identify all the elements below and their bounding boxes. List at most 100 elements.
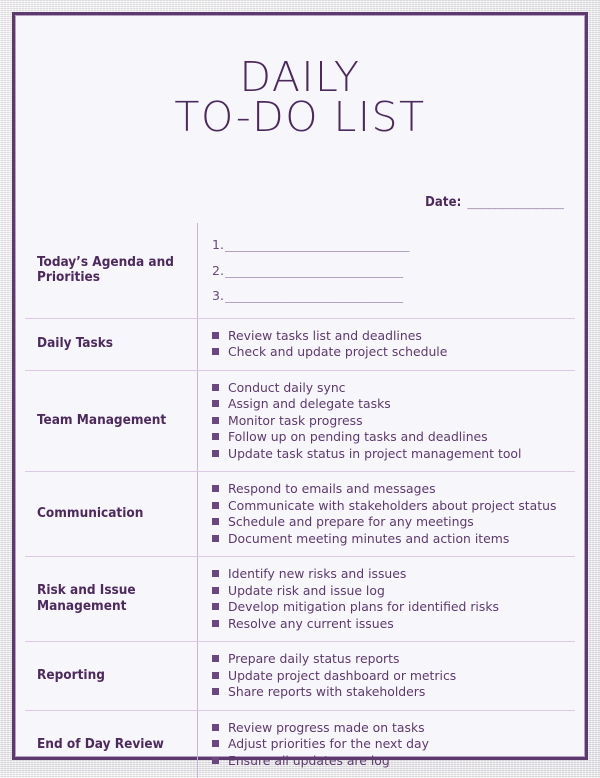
checklist-item[interactable]: Review progress made on tasks — [212, 720, 565, 737]
numbered-item-input-blank[interactable]: ____________________________ — [225, 283, 403, 309]
checkbox-square-icon[interactable] — [212, 518, 219, 526]
numbered-blank-item[interactable]: 3. ____________________________ — [212, 283, 565, 309]
checklist-item-label: Monitor task progress — [228, 412, 363, 428]
checklist-item-label: Develop mitigation plans for identified … — [228, 599, 499, 615]
checklist-item-label: Share reports with stakeholders — [228, 684, 426, 700]
row-content: Conduct daily sync Assign and delegate ta… — [197, 370, 575, 472]
checklist-item[interactable]: Update task status in project management… — [212, 446, 565, 463]
numbered-item-input-blank[interactable]: _____________________________ — [225, 232, 410, 258]
row-content: Respond to emails and messages Communicat… — [197, 472, 575, 557]
checklist-item-label: Assign and delegate tasks — [228, 396, 391, 412]
checkbox-square-icon[interactable] — [212, 688, 219, 696]
checkbox-square-icon[interactable] — [212, 331, 219, 339]
checklist-item-label: Identify new risks and issues — [228, 566, 407, 582]
date-label: Date: — [425, 195, 462, 210]
table-row: Today’s Agenda and Priorities 1. _________… — [25, 223, 575, 318]
checkbox-square-icon[interactable] — [212, 671, 219, 679]
checkbox-square-icon[interactable] — [212, 433, 219, 441]
numbered-blank-item[interactable]: 1. _____________________________ — [212, 232, 565, 258]
checkbox-square-icon[interactable] — [212, 570, 219, 578]
row-category-label: Reporting — [37, 667, 105, 684]
checkbox-square-icon[interactable] — [212, 655, 219, 663]
page-title: DAILY TO-DO LIST — [15, 53, 585, 142]
checklist-item-label: Review progress made on tasks — [228, 719, 425, 735]
checklist-item[interactable]: Monitor task progress — [212, 413, 565, 430]
checklist-item-label: Schedule and prepare for any meetings — [228, 514, 474, 530]
checklist-item[interactable]: Share reports with stakeholders — [212, 684, 565, 701]
checklist-item[interactable]: Schedule and prepare for any meetings — [212, 514, 565, 531]
row-content: Review tasks list and deadlines Check and… — [197, 318, 575, 370]
checklist-item[interactable]: Update risk and issue log — [212, 583, 565, 600]
checklist-item-label: Follow up on pending tasks and deadlines — [228, 429, 488, 445]
checklist-item[interactable]: Resolve any current issues — [212, 616, 565, 633]
row-category-label: Today’s Agenda and Priorities — [37, 253, 174, 286]
checklist-item[interactable]: Adjust priorities for the next day — [212, 736, 565, 753]
checklist-item-label: Respond to emails and messages — [228, 481, 436, 497]
table-row: Daily Tasks Review tasks list and deadlin… — [25, 317, 575, 370]
checklist-item[interactable]: Check and update project schedule — [212, 344, 565, 361]
row-content: Review progress made on tasks Adjust prio… — [197, 710, 575, 778]
numbered-item-number: 3. — [212, 288, 224, 304]
row-category-label: Daily Tasks — [37, 335, 114, 352]
todo-table: Today’s Agenda and Priorities 1. _________… — [25, 223, 575, 778]
numbered-item-input-blank[interactable]: ____________________________ — [225, 258, 403, 284]
checkbox-square-icon[interactable] — [212, 501, 219, 509]
checkbox-square-icon[interactable] — [212, 740, 219, 748]
checklist-item-label: Document meeting minutes and action item… — [228, 530, 510, 546]
checklist-item-label: Communicate with stakeholders about proj… — [228, 497, 557, 513]
checklist-item[interactable]: Communicate with stakeholders about proj… — [212, 498, 565, 515]
checkbox-square-icon[interactable] — [212, 416, 219, 424]
checklist-item-label: Adjust priorities for the next day — [228, 736, 429, 752]
checklist-item-label: Update project dashboard or metrics — [228, 667, 457, 683]
todo-sheet: DAILY TO-DO LIST Date: ______________ To… — [12, 12, 588, 778]
checklist-item-label: Prepare daily status reports — [228, 651, 400, 667]
checkbox-square-icon[interactable] — [212, 534, 219, 542]
checkbox-square-icon[interactable] — [212, 756, 219, 764]
checklist-item-label: Update task status in project management… — [228, 445, 522, 461]
checklist-item[interactable]: Prepare daily status reports — [212, 651, 565, 668]
date-input-blank[interactable]: ______________ — [467, 195, 564, 210]
checkbox-square-icon[interactable] — [212, 619, 219, 627]
checklist-item[interactable]: Identify new risks and issues — [212, 566, 565, 583]
row-content: 1. _____________________________ 2. _______… — [197, 223, 575, 318]
checkbox-square-icon[interactable] — [212, 723, 219, 731]
table-row: Communication Respond to emails and messa… — [25, 471, 575, 557]
table-row: Team Management Conduct daily sync Assign … — [25, 369, 575, 472]
row-content: Prepare daily status reports Update proje… — [197, 642, 575, 710]
checklist-item[interactable]: Follow up on pending tasks and deadlines — [212, 429, 565, 446]
checkbox-square-icon[interactable] — [212, 485, 219, 493]
row-category-label: Communication — [37, 505, 144, 522]
numbered-item-number: 2. — [212, 262, 224, 278]
checklist-item[interactable]: Conduct daily sync — [212, 380, 565, 397]
checklist-item[interactable]: Assign and delegate tasks — [212, 396, 565, 413]
row-category-label: Team Management — [37, 412, 167, 429]
checkbox-square-icon[interactable] — [212, 383, 219, 391]
checkbox-square-icon[interactable] — [212, 449, 219, 457]
checkbox-square-icon[interactable] — [212, 603, 219, 611]
row-content: Identify new risks and issues Update risk… — [197, 557, 575, 642]
table-row: Risk and Issue Management Identify new ri… — [25, 556, 575, 642]
checklist-item[interactable]: Ensure all updates are log — [212, 753, 565, 770]
checkbox-square-icon[interactable] — [212, 400, 219, 408]
title-line-todo-list: TO-DO LIST — [174, 93, 426, 142]
checklist-item[interactable]: Develop mitigation plans for identified … — [212, 599, 565, 616]
row-category-label: Risk and Issue Management — [37, 582, 136, 615]
checklist-item-label: Check and update project schedule — [228, 344, 448, 360]
checklist-item-label: Conduct daily sync — [228, 379, 346, 395]
checklist-item-label: Ensure all updates are log — [228, 752, 390, 768]
checklist-item-label: Review tasks list and deadlines — [228, 327, 422, 343]
checklist-item-label: Resolve any current issues — [228, 615, 394, 631]
checklist-item-label: Update risk and issue log — [228, 582, 385, 598]
table-row: End of Day Review Review progress made on… — [25, 709, 575, 778]
title-line-daily: DAILY — [239, 53, 361, 101]
checklist-item[interactable]: Update project dashboard or metrics — [212, 668, 565, 685]
checkbox-square-icon[interactable] — [212, 348, 219, 356]
checklist-item[interactable]: Respond to emails and messages — [212, 481, 565, 498]
date-field[interactable]: Date: ______________ — [425, 195, 564, 210]
checkbox-square-icon[interactable] — [212, 586, 219, 594]
table-row: Reporting Prepare daily status reports Upd… — [25, 641, 575, 710]
checklist-item[interactable]: Review tasks list and deadlines — [212, 328, 565, 345]
checklist-item[interactable]: Document meeting minutes and action item… — [212, 531, 565, 548]
numbered-blank-item[interactable]: 2. ____________________________ — [212, 258, 565, 284]
row-category-label: End of Day Review — [37, 735, 164, 752]
